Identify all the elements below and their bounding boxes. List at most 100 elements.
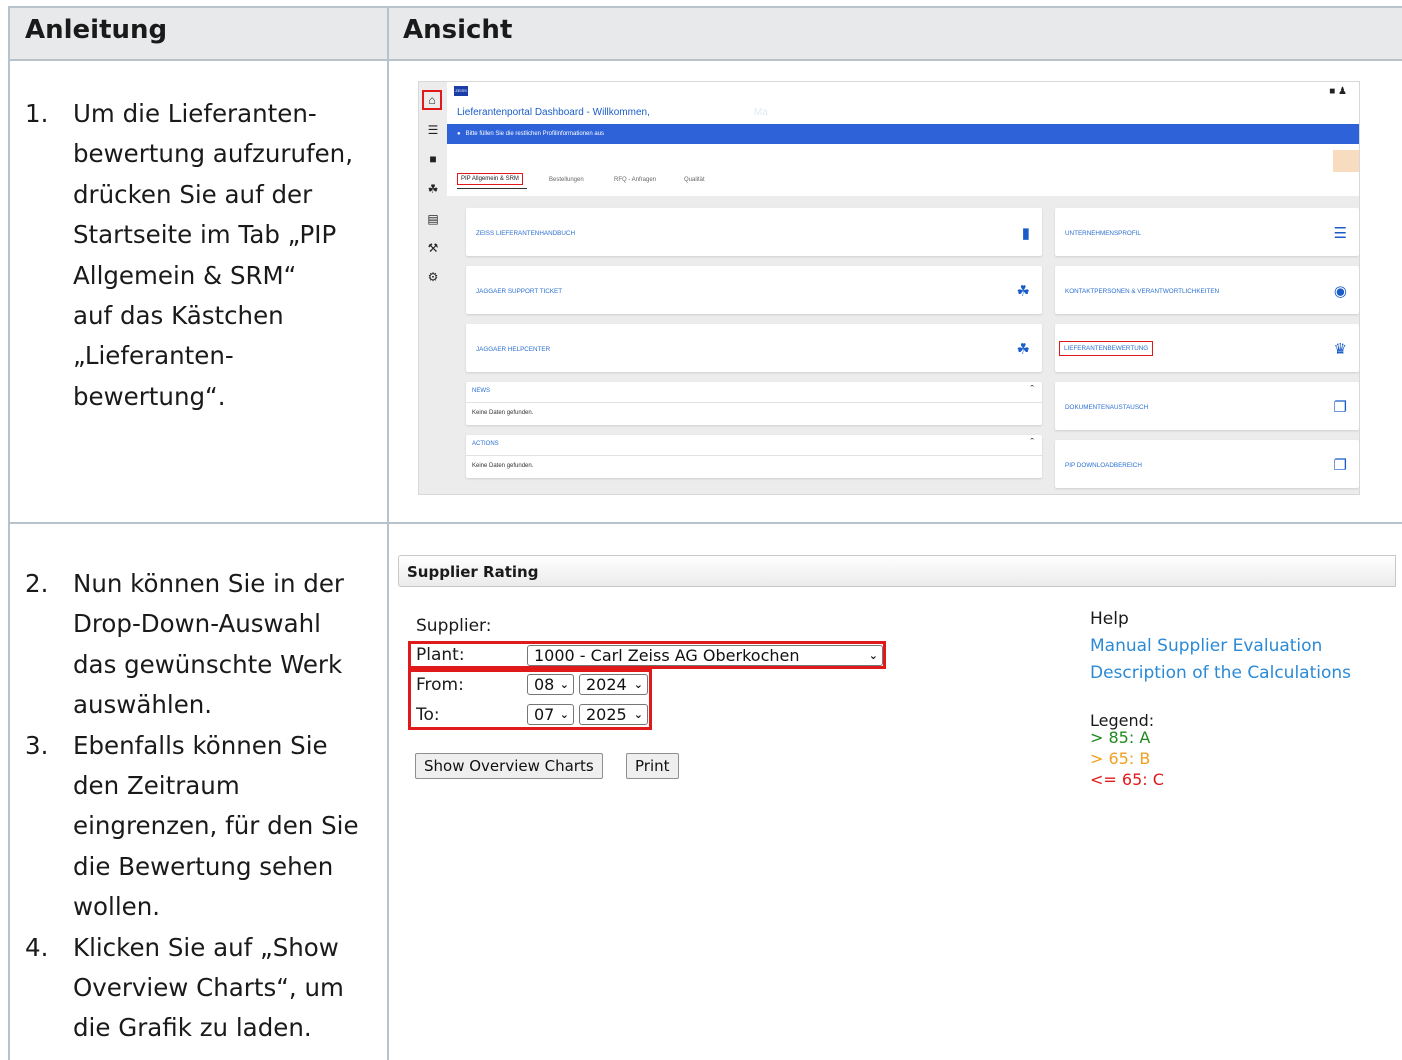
step-line: Ebenfalls können Sie (73, 730, 328, 760)
date-range-highlight (408, 669, 652, 730)
portal-tabs: PIP Allgemein & SRM Bestellungen RFQ - A… (447, 144, 1359, 196)
active-tab-underline (457, 188, 527, 189)
step-line: die Bewertung sehen (73, 851, 334, 881)
info-icon: ● (457, 131, 461, 137)
row-divider (10, 522, 1402, 524)
header-ansicht: Ansicht (403, 15, 513, 45)
book-icon[interactable]: ■ (424, 150, 442, 168)
step-line: Startseite im Tab „PIP (73, 220, 337, 250)
zeiss-logo: ZEISS (454, 86, 468, 96)
hand-icon: ☘ (1016, 341, 1030, 358)
step-line: Um die Lieferanten- (73, 99, 317, 128)
chevron-up-icon[interactable]: ˆ (1030, 384, 1034, 396)
topbar-user-icons[interactable]: ■ ♟ (1329, 86, 1347, 97)
news-body: Keine Daten gefunden. (472, 410, 534, 416)
chevron-up-icon[interactable]: ˆ (1030, 437, 1034, 449)
supplier-rating-screenshot: Supplier Rating Supplier: Plant: 1000 - … (398, 555, 1396, 815)
database-icon: ☰ (1333, 225, 1347, 242)
card-kontaktpersonen[interactable]: KONTAKTPERSONEN & VERANTWORTLICHKEITEN ◉ (1055, 266, 1359, 314)
actions-body: Keine Daten gefunden. (472, 463, 534, 469)
card-label: DOKUMENTENAUSTAUSCH (1065, 404, 1149, 411)
help-title: Help (1090, 609, 1129, 629)
gear-icon[interactable]: ⚙ (424, 268, 442, 286)
legend-c: <= 65: C (1090, 770, 1164, 789)
actions-title: ACTIONS (472, 441, 499, 447)
hand-icon[interactable]: ☘ (424, 180, 442, 198)
divider (466, 402, 1042, 403)
step-line: Klicken Sie auf „Show (73, 932, 339, 962)
step-line: drücken Sie auf der (73, 179, 313, 209)
copy-icon: ❐ (1333, 457, 1347, 474)
supplier-rating-header: Supplier Rating (398, 555, 1396, 587)
hand-icon: ☘ (1016, 283, 1030, 300)
step-2: 2. Nun können Sie in der Drop-Down-Auswa… (10, 564, 385, 726)
supplier-rating-title: Supplier Rating (407, 563, 539, 581)
card-label: KONTAKTPERSONEN & VERANTWORTLICHKEITEN (1065, 288, 1220, 295)
step-number: 1. (25, 99, 49, 128)
portal-screenshot: ⌂ ☰ ■ ☘ ▤ ⚒ ⚙ ZEISS Lieferantenportal Da… (418, 81, 1360, 495)
trophy-icon: ♛ (1333, 341, 1347, 358)
card-unternehmensprofil[interactable]: UNTERNEHMENSPROFIL ☰ (1055, 208, 1359, 256)
step-1: 1. Um die Lieferanten- bewertung aufzuru… (10, 94, 385, 417)
tools-icon[interactable]: ⚒ (424, 239, 442, 257)
row2-steps: 2. Nun können Sie in der Drop-Down-Auswa… (10, 564, 385, 1049)
step-line: Nun können Sie in der (73, 569, 344, 598)
globe-icon: ◉ (1333, 283, 1347, 300)
news-title: NEWS (472, 388, 490, 394)
print-button[interactable]: Print (626, 753, 679, 779)
header-anleitung: Anleitung (25, 15, 168, 45)
card-label: LIEFERANTENBEWERTUNG (1059, 341, 1154, 356)
legend: Legend: > 85: A > 65: B <= 65: C (1090, 710, 1164, 791)
card-downloadbereich[interactable]: PIP DOWNLOADBEREICH ❐ (1055, 440, 1359, 488)
column-divider (387, 8, 389, 1060)
step-line: Overview Charts“, um (73, 973, 344, 1003)
portal-topbar: ZEISS Lieferantenportal Dashboard - Will… (447, 82, 1359, 124)
card-dokumentenaustausch[interactable]: DOKUMENTENAUSTAUSCH ❐ (1055, 382, 1359, 430)
divider (466, 455, 1042, 456)
table-header-row: Anleitung Ansicht (10, 8, 1402, 61)
step-line: Allgemein & SRM“ (73, 260, 297, 290)
step-line: die Grafik zu laden. (73, 1013, 312, 1043)
card-label: JAGGAER HELPCENTER (476, 346, 551, 353)
step-line: auf das Kästchen (73, 301, 284, 331)
tab-rfq[interactable]: RFQ - Anfragen (614, 177, 656, 183)
home-icon[interactable]: ⌂ (422, 90, 442, 110)
step-line: wollen. (73, 892, 161, 922)
card-label: PIP DOWNLOADBEREICH (1065, 462, 1142, 469)
step-line: eingrenzen, für den Sie (73, 811, 359, 841)
manual-link[interactable]: Manual Supplier Evaluation (1090, 636, 1322, 656)
copy-icon: ❐ (1333, 399, 1347, 416)
legend-b: > 65: B (1090, 749, 1151, 768)
portal-title: Lieferantenportal Dashboard - Willkommen… (457, 107, 768, 118)
step-4: 4. Klicken Sie auf „Show Overview Charts… (10, 928, 385, 1049)
news-panel: NEWS ˆ Keine Daten gefunden. (466, 382, 1042, 425)
step-line: den Zeitraum (73, 771, 240, 801)
card-support-ticket[interactable]: JAGGAER SUPPORT TICKET ☘ (466, 266, 1042, 314)
actions-panel: ACTIONS ˆ Keine Daten gefunden. (466, 435, 1042, 478)
supplier-label: Supplier: (416, 616, 492, 636)
step-number: 3. (25, 730, 49, 760)
step-line: bewertung aufzurufen, (73, 139, 353, 169)
database-icon[interactable]: ☰ (424, 121, 442, 139)
tab-pip-allgemein[interactable]: PIP Allgemein & SRM (457, 173, 523, 185)
step-3: 3. Ebenfalls können Sie den Zeitraum ein… (10, 726, 385, 928)
plant-highlight (408, 641, 886, 669)
book-icon: ▮ (1021, 225, 1030, 242)
portal-sidebar: ⌂ ☰ ■ ☘ ▤ ⚒ ⚙ (419, 82, 447, 494)
tab-bestellungen[interactable]: Bestellungen (549, 177, 584, 183)
tab-qualitaet[interactable]: Qualität (684, 177, 705, 183)
row1-steps: 1. Um die Lieferanten- bewertung aufzuru… (10, 94, 385, 417)
card-lieferantenhandbuch[interactable]: ZEISS LIEFERANTENHANDBUCH ▮ (466, 208, 1042, 256)
step-line: bewertung“. (73, 381, 226, 411)
step-line: das gewünschte Werk (73, 649, 343, 679)
card-lieferantenbewertung[interactable]: LIEFERANTENBEWERTUNG ♛ (1055, 324, 1359, 372)
card-label: JAGGAER SUPPORT TICKET (476, 288, 563, 295)
show-overview-charts-button[interactable]: Show Overview Charts (415, 753, 603, 779)
calculations-link[interactable]: Description of the Calculations (1090, 663, 1351, 683)
info-banner: ● Bitte füllen Sie die restlichen Profil… (447, 124, 1359, 144)
step-line: Drop-Down-Auswahl (73, 609, 321, 639)
bus-icon[interactable]: ▤ (424, 210, 442, 228)
step-line: „Lieferanten- (73, 341, 234, 371)
card-helpcenter[interactable]: JAGGAER HELPCENTER ☘ (466, 324, 1042, 372)
step-number: 4. (25, 932, 49, 962)
